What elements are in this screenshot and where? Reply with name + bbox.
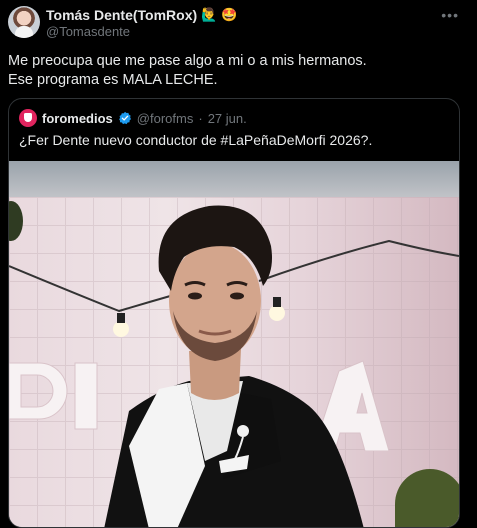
quoted-author-name[interactable]: foromedios: [42, 111, 113, 126]
author-emoji-2: 🤩: [221, 7, 238, 22]
quoted-tweet-photo[interactable]: [9, 161, 459, 527]
author-avatar[interactable]: [8, 6, 40, 38]
quoted-tweet-text: ¿Fer Dente nuevo conductor de #LaPeñaDeM…: [19, 132, 373, 148]
verified-badge-icon: [118, 111, 131, 125]
tweet[interactable]: Tomás Dente(TomRox) 🙋‍♂️ 🤩 @Tomasdente •…: [0, 0, 477, 528]
foromedios-logo-icon[interactable]: [19, 109, 37, 127]
tweet-text: Me preocupa que me pase algo a mi o a mi…: [8, 52, 465, 90]
quoted-tweet-date[interactable]: 27 jun.: [208, 111, 247, 126]
author-name[interactable]: Tomás Dente(TomRox): [46, 7, 197, 23]
more-options-icon[interactable]: •••: [441, 7, 459, 23]
tweet-header: Tomás Dente(TomRox) 🙋‍♂️ 🤩 @Tomasdente: [46, 6, 437, 40]
quoted-tweet[interactable]: foromedios @forofms · 27 jun. ¿Fer Dente…: [8, 98, 460, 528]
author-handle[interactable]: @Tomasdente: [46, 24, 437, 39]
photo-person: [9, 205, 459, 527]
quoted-tweet-header: foromedios @forofms · 27 jun.: [19, 109, 247, 127]
author-name-row: Tomás Dente(TomRox) 🙋‍♂️ 🤩: [46, 6, 437, 23]
avatar-shirt: [15, 26, 33, 38]
author-emoji-1: 🙋‍♂️: [201, 7, 218, 22]
meta-separator: ·: [198, 110, 203, 126]
tweet-text-line-1: Me preocupa que me pase algo a mi o a mi…: [8, 53, 367, 69]
quoted-author-handle[interactable]: @forofms: [137, 111, 194, 126]
tweet-text-line-2: Ese programa es MALA LECHE.: [8, 72, 218, 88]
